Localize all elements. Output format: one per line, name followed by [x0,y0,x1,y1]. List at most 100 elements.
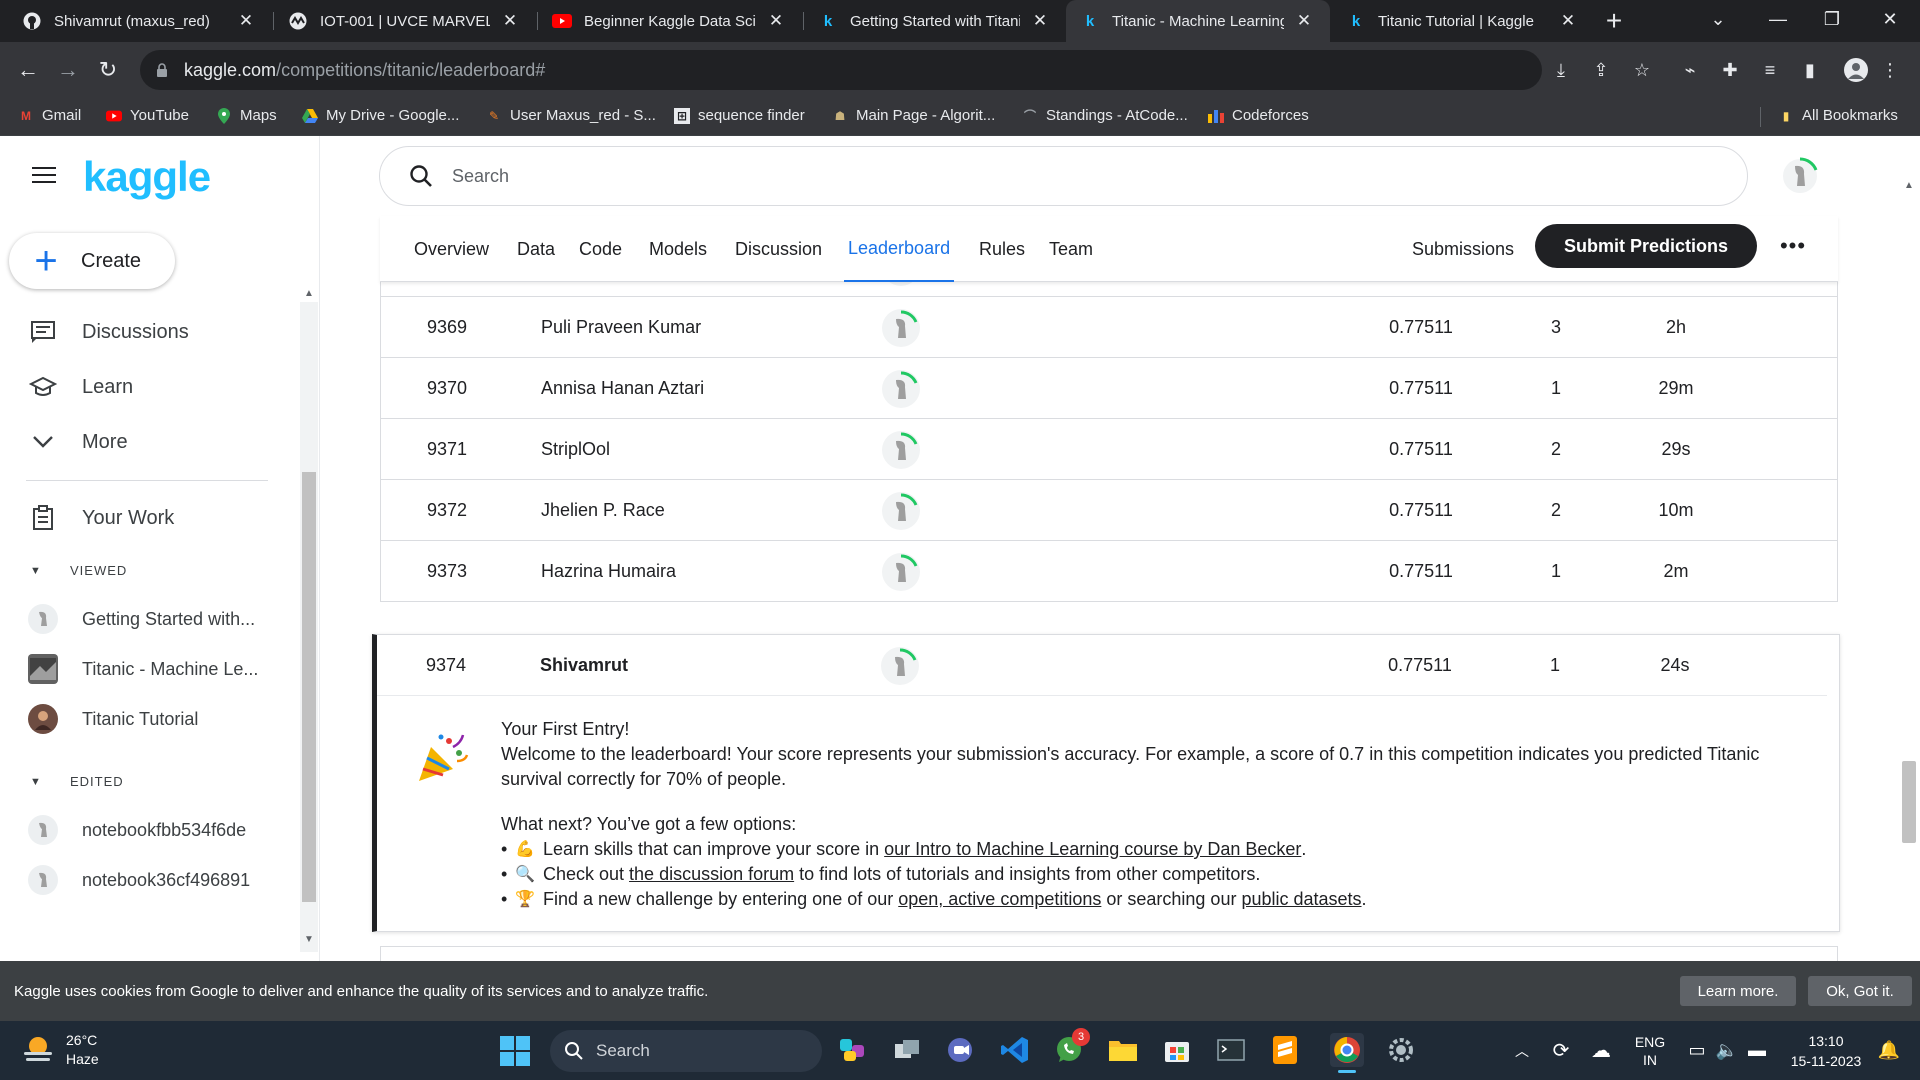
restore-button[interactable]: ❐ [1802,0,1862,38]
viewed-item[interactable]: Getting Started with... [28,604,255,634]
extensions-puzzle-icon[interactable]: ✚ [1714,54,1746,86]
public-datasets-link[interactable]: public datasets [1241,887,1361,912]
reload-button[interactable]: ↻ [92,54,124,86]
edited-item[interactable]: notebookfbb534f6de [28,815,246,845]
volume-icon[interactable]: 🔈 [1714,1021,1740,1080]
search-input[interactable] [452,165,1452,187]
table-row[interactable] [380,946,1838,962]
extension-icon[interactable]: ⌁ [1674,54,1706,86]
team-member-avatar[interactable] [881,297,921,358]
bookmark-star-icon[interactable]: ☆ [1626,54,1658,86]
bookmark-drive[interactable]: My Drive - Google... [302,107,459,124]
ok-got-it-button[interactable]: Ok, Got it. [1808,976,1912,1006]
sublime-text-icon[interactable] [1268,1033,1302,1067]
close-tab-icon[interactable]: ✕ [498,9,522,33]
bookmark-maps[interactable]: Maps [216,107,277,124]
team-name[interactable]: Puli Praveen Kumar [541,297,701,358]
clock[interactable]: 13:10 15-11-2023 [1778,1021,1874,1080]
back-button[interactable]: ← [12,54,44,86]
tab-search-icon[interactable]: ⌄ [1688,0,1748,38]
close-tab-icon[interactable]: ✕ [1292,9,1316,33]
scroll-up-icon[interactable]: ▲ [304,288,314,299]
language-indicator[interactable]: ENG IN [1628,1021,1672,1080]
show-hidden-icons[interactable]: ︿ [1510,1021,1534,1080]
close-tab-icon[interactable]: ✕ [1028,9,1052,33]
table-row[interactable]: 9372 Jhelien P. Race 0.77511 2 10m [380,480,1838,541]
your-entry-row[interactable]: 9374 Shivamrut 0.77511 1 24s [377,635,1827,696]
page-scrollbar[interactable]: ▲ [1898,180,1920,962]
close-tab-icon[interactable]: ✕ [1556,9,1580,33]
table-row[interactable]: 9371 StriplOol 0.77511 2 29s [380,419,1838,480]
taskbar-search[interactable]: Search [550,1030,822,1072]
submissions-link[interactable]: Submissions [1412,216,1514,282]
team-name[interactable]: Shivamrut [540,635,628,696]
tab-team[interactable]: Team [1049,216,1093,282]
browser-tab[interactable]: k Titanic Tutorial | Kaggle ✕ [1332,0,1594,42]
network-icon[interactable]: ▭ [1684,1021,1710,1080]
discussion-forum-link[interactable]: the discussion forum [629,862,794,887]
bookmark-atcoder[interactable]: ⌒ Standings - AtCode... [1022,107,1188,124]
install-icon[interactable]: ⤓ [1545,54,1577,86]
copilot-icon[interactable] [836,1033,870,1067]
tab-rules[interactable]: Rules [979,216,1025,282]
share-icon[interactable]: ⇪ [1585,54,1617,86]
kaggle-logo[interactable]: kaggle [83,153,211,201]
team-member-avatar[interactable] [881,419,921,480]
browser-tab[interactable]: IOT-001 | UVCE MARVEL ✕ [274,0,536,42]
all-bookmarks[interactable]: ▮ All Bookmarks [1778,107,1898,124]
file-explorer-icon[interactable] [1106,1033,1140,1067]
weather-widget[interactable]: 26°C Haze [20,1031,99,1069]
viewed-section-header[interactable]: ▼ VIEWED [30,563,127,578]
browser-tab[interactable]: Shivamrut (maxus_red) ✕ [8,0,272,42]
bookmark-user[interactable]: ✎ User Maxus_red - S... [486,107,656,124]
viewed-item[interactable]: Titanic Tutorial [28,704,198,734]
settings-gear-icon[interactable] [1384,1033,1418,1067]
scroll-up-icon[interactable]: ▲ [1904,180,1914,191]
team-name[interactable]: Hazrina Humaira [541,541,676,602]
bookmark-youtube[interactable]: YouTube [106,107,189,124]
sidebar-item-discussions[interactable]: Discussions [28,317,189,347]
browser-tab-active[interactable]: k Titanic - Machine Learning ✕ [1066,0,1330,42]
team-member-avatar[interactable] [881,480,921,541]
scroll-down-icon[interactable]: ▼ [304,934,314,945]
battery-icon[interactable]: ▬ [1744,1021,1770,1080]
minimize-button[interactable]: — [1748,0,1808,38]
intro-ml-course-link[interactable]: our Intro to Machine Learning course by … [884,837,1301,862]
active-competitions-link[interactable]: open, active competitions [898,887,1101,912]
tab-discussion[interactable]: Discussion [735,216,822,282]
sidebar-item-more[interactable]: More [28,427,128,457]
close-tab-icon[interactable]: ✕ [764,9,788,33]
team-name[interactable]: Jhelien P. Race [541,480,665,541]
chrome-icon[interactable] [1330,1033,1364,1073]
bookmark-codeforces[interactable]: Codeforces [1208,107,1309,124]
team-name[interactable]: Annisa Hanan Aztari [541,358,704,419]
tab-code[interactable]: Code [579,216,622,282]
microsoft-store-icon[interactable] [1160,1033,1194,1067]
notification-bell-icon[interactable]: 🔔 [1874,1021,1904,1080]
task-view-icon[interactable] [890,1033,924,1067]
tab-data[interactable]: Data [517,216,555,282]
whatsapp-icon[interactable]: 3 [1052,1028,1090,1067]
sync-icon[interactable]: ⟳ [1546,1021,1576,1080]
sidebar-item-learn[interactable]: Learn [28,372,133,402]
onedrive-cloud-icon[interactable]: ☁ [1586,1021,1616,1080]
address-bar[interactable]: kaggle.com/competitions/titanic/leaderbo… [140,50,1542,90]
menu-icon[interactable] [32,165,58,185]
learn-more-button[interactable]: Learn more. [1680,976,1796,1006]
tab-leaderboard[interactable]: Leaderboard [844,216,955,282]
new-tab-button[interactable]: + [1598,5,1630,37]
sidebar-item-your-work[interactable]: Your Work [28,503,174,533]
lock-icon[interactable] [154,62,170,78]
bookmark-gmail[interactable]: M Gmail [18,107,81,124]
media-queue-icon[interactable]: ≡ [1754,54,1786,86]
create-button[interactable]: + Create [9,233,175,289]
team-member-avatar[interactable] [880,635,920,696]
bookmark-sequence-finder[interactable]: ⊞ sequence finder [674,107,805,124]
tab-models[interactable]: Models [649,216,707,282]
profile-avatar[interactable] [1780,156,1820,196]
tab-overview[interactable]: Overview [414,216,489,282]
search-bar[interactable] [379,146,1748,206]
page-scroll-thumb[interactable] [1902,761,1916,843]
team-name[interactable]: StriplOol [541,419,610,480]
edited-section-header[interactable]: ▼ EDITED [30,774,124,789]
